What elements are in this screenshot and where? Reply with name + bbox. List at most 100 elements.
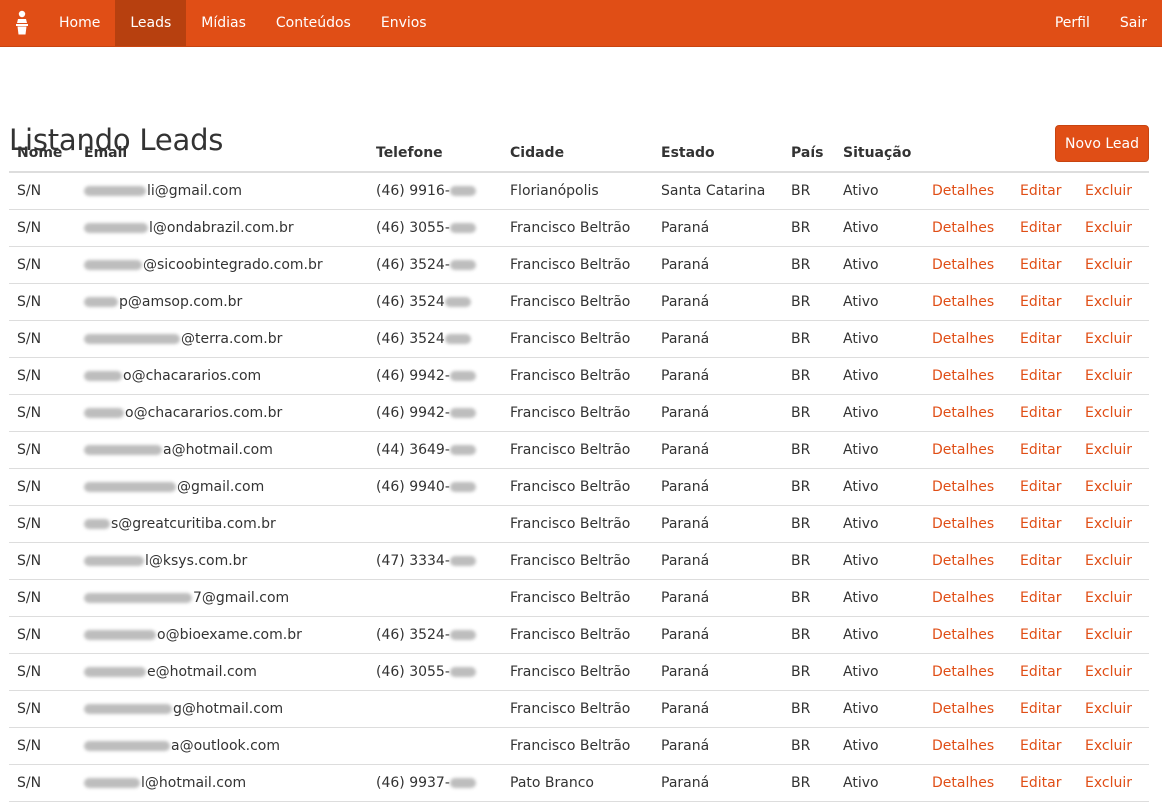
brand-logo[interactable] — [0, 0, 44, 46]
telefone-text: (46) 9942- — [376, 367, 450, 384]
details-link[interactable]: Detalhes — [924, 468, 1012, 506]
delete-link[interactable]: Excluir — [1077, 579, 1149, 617]
cell-estado: Paraná — [653, 320, 783, 358]
edit-link[interactable]: Editar — [1012, 505, 1077, 543]
cell-email: g@hotmail.com — [76, 690, 368, 728]
telefone-text: (46) 9940- — [376, 478, 450, 495]
delete-link[interactable]: Excluir — [1077, 209, 1149, 247]
details-link[interactable]: Detalhes — [924, 209, 1012, 247]
delete-link[interactable]: Excluir — [1077, 542, 1149, 580]
cell-cidade: Francisco Beltrão — [502, 542, 653, 580]
edit-link[interactable]: Editar — [1012, 172, 1077, 210]
delete-link[interactable]: Excluir — [1077, 616, 1149, 654]
details-link[interactable]: Detalhes — [924, 727, 1012, 765]
cell-nome: S/N — [9, 690, 76, 728]
cell-telefone — [368, 579, 502, 617]
cell-cidade: Pato Branco — [502, 764, 653, 802]
edit-link[interactable]: Editar — [1012, 542, 1077, 580]
cell-estado: Paraná — [653, 690, 783, 728]
leads-table: Nome Email Telefone Cidade Estado País S… — [9, 135, 1149, 802]
cell-pais: BR — [783, 542, 835, 580]
cell-nome: S/N — [9, 653, 76, 691]
cell-telefone: (44) 3649- — [368, 431, 502, 469]
edit-link[interactable]: Editar — [1012, 616, 1077, 654]
edit-link[interactable]: Editar — [1012, 320, 1077, 358]
cell-nome: S/N — [9, 468, 76, 506]
nav-leads[interactable]: Leads — [115, 0, 187, 46]
details-link[interactable]: Detalhes — [924, 172, 1012, 210]
redacted-blur — [449, 370, 476, 381]
nav-envios[interactable]: Envios — [366, 0, 442, 46]
redacted-blur — [84, 370, 122, 381]
edit-link[interactable]: Editar — [1012, 653, 1077, 691]
delete-link[interactable]: Excluir — [1077, 690, 1149, 728]
details-link[interactable]: Detalhes — [924, 431, 1012, 469]
edit-link[interactable]: Editar — [1012, 764, 1077, 802]
details-link[interactable]: Detalhes — [924, 764, 1012, 802]
cell-situacao: Ativo — [835, 394, 924, 432]
details-link[interactable]: Detalhes — [924, 394, 1012, 432]
nav-midias[interactable]: Mídias — [186, 0, 261, 46]
details-link[interactable]: Detalhes — [924, 579, 1012, 617]
cell-situacao: Ativo — [835, 727, 924, 765]
edit-link[interactable]: Editar — [1012, 209, 1077, 247]
header-actions-2 — [1012, 135, 1077, 173]
delete-link[interactable]: Excluir — [1077, 246, 1149, 284]
redacted-blur — [84, 407, 124, 418]
edit-link[interactable]: Editar — [1012, 394, 1077, 432]
delete-link[interactable]: Excluir — [1077, 283, 1149, 321]
details-link[interactable]: Detalhes — [924, 246, 1012, 284]
edit-link[interactable]: Editar — [1012, 468, 1077, 506]
edit-link[interactable]: Editar — [1012, 357, 1077, 395]
cell-pais: BR — [783, 653, 835, 691]
nav-sair[interactable]: Sair — [1105, 0, 1162, 46]
delete-link[interactable]: Excluir — [1077, 431, 1149, 469]
email-text: @terra.com.br — [181, 330, 283, 347]
delete-link[interactable]: Excluir — [1077, 357, 1149, 395]
edit-link[interactable]: Editar — [1012, 727, 1077, 765]
delete-link[interactable]: Excluir — [1077, 653, 1149, 691]
cell-situacao: Ativo — [835, 653, 924, 691]
delete-link[interactable]: Excluir — [1077, 394, 1149, 432]
telefone-text: (46) 3524- — [376, 256, 450, 273]
details-link[interactable]: Detalhes — [924, 283, 1012, 321]
email-text: 7@gmail.com — [193, 589, 290, 606]
details-link[interactable]: Detalhes — [924, 505, 1012, 543]
delete-link[interactable]: Excluir — [1077, 172, 1149, 210]
email-text: a@outlook.com — [171, 737, 280, 754]
details-link[interactable]: Detalhes — [924, 690, 1012, 728]
delete-link[interactable]: Excluir — [1077, 320, 1149, 358]
telefone-text: (46) 3055- — [376, 219, 450, 236]
cell-cidade: Francisco Beltrão — [502, 579, 653, 617]
cell-telefone: (46) 3524- — [368, 616, 502, 654]
edit-link[interactable]: Editar — [1012, 579, 1077, 617]
cell-estado: Paraná — [653, 505, 783, 543]
cell-pais: BR — [783, 505, 835, 543]
edit-link[interactable]: Editar — [1012, 246, 1077, 284]
edit-link[interactable]: Editar — [1012, 431, 1077, 469]
cell-cidade: Florianópolis — [502, 172, 653, 210]
email-text: e@hotmail.com — [147, 663, 257, 680]
details-link[interactable]: Detalhes — [924, 653, 1012, 691]
delete-link[interactable]: Excluir — [1077, 764, 1149, 802]
cell-telefone: (46) 3524 — [368, 283, 502, 321]
delete-link[interactable]: Excluir — [1077, 468, 1149, 506]
user-menu: Perfil Sair — [1040, 0, 1162, 46]
delete-link[interactable]: Excluir — [1077, 505, 1149, 543]
redacted-blur — [84, 740, 170, 751]
delete-link[interactable]: Excluir — [1077, 727, 1149, 765]
cell-email: li@gmail.com — [76, 172, 368, 210]
details-link[interactable]: Detalhes — [924, 357, 1012, 395]
edit-link[interactable]: Editar — [1012, 690, 1077, 728]
cell-telefone: (46) 3055- — [368, 653, 502, 691]
nav-conteudos[interactable]: Conteúdos — [261, 0, 366, 46]
details-link[interactable]: Detalhes — [924, 320, 1012, 358]
edit-link[interactable]: Editar — [1012, 283, 1077, 321]
nav-perfil[interactable]: Perfil — [1040, 0, 1105, 46]
redacted-blur — [449, 222, 476, 233]
cell-pais: BR — [783, 616, 835, 654]
nav-home[interactable]: Home — [44, 0, 115, 46]
details-link[interactable]: Detalhes — [924, 542, 1012, 580]
details-link[interactable]: Detalhes — [924, 616, 1012, 654]
cell-pais: BR — [783, 283, 835, 321]
